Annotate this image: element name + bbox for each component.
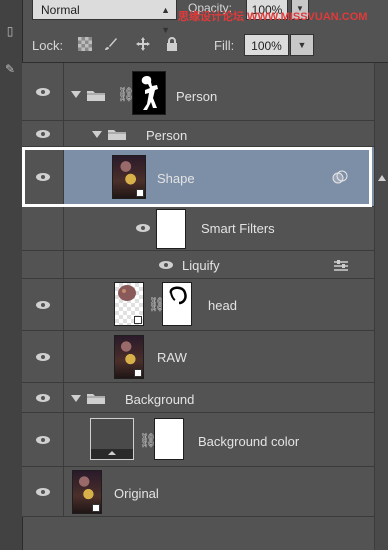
eye-icon[interactable]	[35, 393, 51, 403]
layer-name[interactable]: Background color	[198, 434, 299, 449]
layer-name[interactable]: Person	[176, 89, 217, 104]
folder-icon	[107, 127, 127, 141]
tools-strip: ▯ ✎	[0, 0, 23, 550]
folder-icon	[86, 391, 106, 405]
layer-row-person-subgroup[interactable]: Person	[22, 121, 374, 147]
scrollbar-track[interactable]	[374, 63, 388, 550]
layer-row-original[interactable]: Original	[22, 467, 374, 517]
layer-row-background-color[interactable]: ⛓ Background color	[22, 413, 374, 467]
layer-name[interactable]: head	[208, 298, 237, 313]
layer-row-liquify[interactable]: Liquify	[22, 251, 374, 279]
eye-icon[interactable]	[135, 223, 151, 233]
layer-row-smart-filters[interactable]: Smart Filters	[22, 207, 374, 251]
layer-row-head[interactable]: ⛓ head	[22, 279, 374, 331]
layer-name[interactable]: Background	[125, 392, 194, 407]
layer-thumbnail[interactable]	[112, 155, 146, 199]
fill-field[interactable]: 100%	[244, 34, 289, 56]
lock-label: Lock:	[32, 38, 64, 53]
filter-blending-options-icon[interactable]	[333, 259, 349, 271]
updown-chevron-icon: ▲ ▼	[161, 5, 170, 35]
group-mask-thumbnail[interactable]	[132, 71, 166, 115]
smart-object-badge-icon	[134, 369, 142, 377]
eye-icon[interactable]	[35, 487, 51, 497]
visibility-cell[interactable]	[22, 467, 64, 516]
layer-name[interactable]: RAW	[157, 350, 187, 365]
chain-link-icon[interactable]: ⛓	[148, 295, 166, 313]
layer-row-shape[interactable]: Shape	[22, 147, 374, 207]
layer-row-person-group[interactable]: ⛓ Person	[22, 63, 374, 121]
fill-layer-thumbnail[interactable]	[90, 418, 134, 460]
eye-icon[interactable]	[35, 300, 51, 310]
layer-name[interactable]: Person	[146, 128, 187, 143]
layer-thumbnail[interactable]	[72, 470, 102, 514]
fill-label: Fill:	[214, 38, 235, 53]
paint-icon[interactable]: ✎	[3, 62, 17, 76]
chain-link-icon[interactable]: ⛓	[117, 85, 135, 103]
layer-name[interactable]: Original	[114, 486, 159, 501]
eye-icon[interactable]	[35, 352, 51, 362]
fill-dropdown-button[interactable]: ▼	[290, 34, 314, 56]
smart-filters-mask-thumbnail[interactable]	[156, 209, 186, 249]
triangle-down-icon[interactable]	[71, 395, 81, 402]
watermark: 思缘设计论坛 WWW.MISSVUAN.COM	[178, 11, 368, 23]
eye-icon[interactable]	[35, 87, 51, 97]
layer-thumbnail[interactable]	[114, 282, 144, 326]
eye-icon[interactable]	[35, 172, 51, 182]
tool-icon[interactable]: ▯	[3, 24, 17, 38]
visibility-cell[interactable]	[22, 279, 64, 330]
layer-name[interactable]: Liquify	[182, 258, 220, 273]
smart-object-badge-icon	[92, 504, 100, 512]
layer-mask-thumbnail[interactable]	[162, 282, 192, 326]
folder-icon	[86, 88, 106, 102]
visibility-cell[interactable]	[22, 63, 64, 120]
visibility-cell[interactable]	[22, 147, 64, 206]
lock-all-icon[interactable]	[164, 36, 180, 52]
scroll-up-arrow-icon[interactable]	[378, 175, 386, 181]
smart-object-badge-icon	[134, 316, 142, 324]
smart-object-badge-icon	[136, 189, 144, 197]
layer-mask-thumbnail[interactable]	[154, 418, 184, 460]
triangle-down-icon[interactable]	[71, 91, 81, 98]
blend-mode-value: Normal	[41, 3, 80, 17]
lock-position-icon[interactable]	[135, 36, 151, 52]
layer-name[interactable]: Shape	[157, 171, 195, 186]
lock-image-pixels-icon[interactable]	[103, 36, 119, 52]
blend-mode-select[interactable]: Normal ▲ ▼	[32, 0, 177, 35]
chain-link-icon[interactable]: ⛓	[139, 431, 157, 449]
visibility-cell[interactable]	[22, 331, 64, 382]
layer-name[interactable]: Smart Filters	[201, 221, 275, 236]
lock-transparency-icon[interactable]	[77, 36, 93, 52]
layer-row-background-group[interactable]: Background	[22, 383, 374, 413]
layer-thumbnail[interactable]	[114, 335, 144, 379]
visibility-cell[interactable]	[22, 413, 64, 466]
eye-icon[interactable]	[35, 129, 51, 139]
visibility-cell[interactable]	[22, 121, 64, 146]
triangle-down-icon[interactable]	[92, 131, 102, 138]
eye-icon[interactable]	[35, 435, 51, 445]
smart-filters-icon[interactable]	[332, 169, 348, 185]
visibility-cell	[22, 251, 64, 278]
visibility-cell	[22, 207, 64, 250]
eye-icon[interactable]	[158, 260, 174, 270]
layer-row-raw[interactable]: RAW	[22, 331, 374, 383]
visibility-cell[interactable]	[22, 383, 64, 412]
